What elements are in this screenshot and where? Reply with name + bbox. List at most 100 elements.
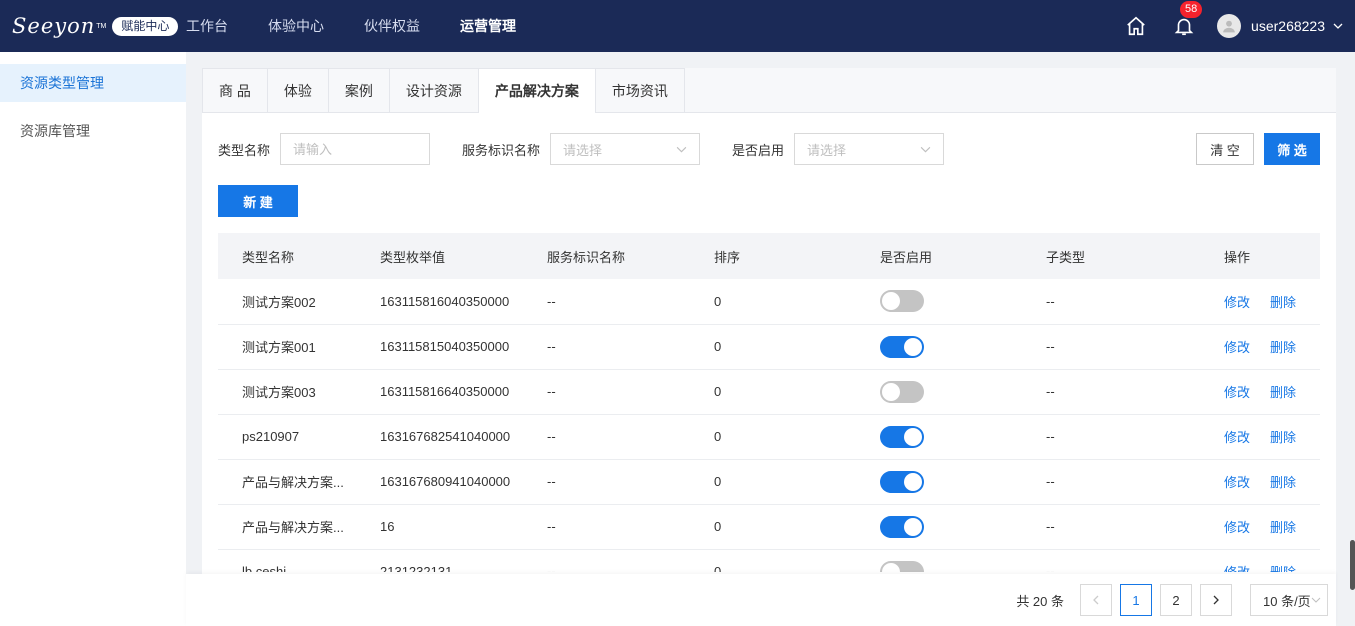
main-nav: 工作台 体验中心 伙伴权益 运营管理 (186, 0, 556, 52)
enabled-select[interactable]: 请选择 (794, 133, 945, 165)
delete-link[interactable]: 删除 (1270, 475, 1296, 490)
column-header: 排序 (714, 249, 741, 265)
type-name-label: 类型名称 (218, 142, 271, 158)
avatar[interactable] (1217, 14, 1242, 38)
notification-badge: 58 (1179, 0, 1204, 19)
order-cell: 0 (690, 369, 856, 415)
enabled-toggle[interactable] (880, 470, 924, 493)
order-cell: 0 (690, 504, 856, 550)
actions-cell: 修改 删除 (1200, 504, 1320, 550)
nav-workbench[interactable]: 工作台 (186, 16, 228, 36)
logo[interactable]: Seeyon TM 赋能中心 (0, 14, 186, 38)
clear-button[interactable]: 清 空 (1196, 133, 1254, 165)
enabled-label: 是否启用 (732, 142, 785, 158)
actions-cell: 修改 删除 (1200, 369, 1320, 415)
edit-link[interactable]: 修改 (1224, 520, 1250, 535)
prev-page-button[interactable] (1080, 584, 1112, 616)
subtype-cell: -- (1022, 504, 1200, 550)
tab-products[interactable]: 商 品 (202, 68, 268, 112)
nav-experience-center[interactable]: 体验中心 (268, 16, 324, 36)
table-header-row: 类型名称 类型枚举值 服务标识名称 排序 是否启用 子类型 操作 (218, 233, 1320, 279)
edit-link[interactable]: 修改 (1224, 475, 1250, 490)
user-icon (1223, 20, 1235, 33)
service-name-select[interactable]: 请选择 (550, 133, 701, 165)
chevron-right-icon (1213, 595, 1219, 605)
nav-operations-management[interactable]: 运营管理 (460, 16, 516, 36)
type-name-input[interactable] (280, 133, 431, 165)
service-name-cell: -- (523, 504, 690, 550)
delete-link[interactable]: 删除 (1270, 385, 1296, 400)
page-size-select[interactable]: 10 条/页 (1250, 584, 1328, 616)
actions-cell: 修改 删除 (1200, 549, 1320, 572)
sidebar-item-resource-library-management[interactable]: 资源库管理 (0, 112, 186, 150)
enabled-toggle[interactable] (880, 335, 924, 358)
enabled-cell (856, 549, 1022, 572)
service-name-label: 服务标识名称 (462, 142, 541, 158)
delete-link[interactable]: 删除 (1270, 295, 1296, 310)
tab-market-news[interactable]: 市场资讯 (595, 68, 685, 112)
notifications[interactable]: 58 (1173, 0, 1204, 37)
enum-value-cell: 163167682541040000 (356, 414, 523, 460)
top-navbar: Seeyon TM 赋能中心 工作台 体验中心 伙伴权益 运营管理 58 use… (0, 0, 1355, 52)
tab-experience[interactable]: 体验 (267, 68, 329, 112)
header-actions: 58 user268223 (1125, 0, 1355, 52)
delete-link[interactable]: 删除 (1270, 340, 1296, 355)
tab-design-resources[interactable]: 设计资源 (389, 68, 479, 112)
enabled-placeholder: 请选择 (807, 142, 847, 158)
order-cell: 0 (690, 549, 856, 572)
chevron-down-icon[interactable] (1333, 21, 1343, 31)
table-body: 测试方案002 163115816040350000 -- 0 -- 修改 删除 测试方案00… (218, 279, 1320, 572)
page-1-button[interactable]: 1 (1120, 584, 1152, 616)
page-2-button[interactable]: 2 (1160, 584, 1192, 616)
service-name-cell: -- (523, 279, 690, 325)
filter-button[interactable]: 筛 选 (1264, 133, 1320, 165)
subtype-cell: -- (1022, 414, 1200, 460)
edit-link[interactable]: 修改 (1224, 565, 1250, 572)
subtype-cell: -- (1022, 324, 1200, 370)
edit-link[interactable]: 修改 (1224, 385, 1250, 400)
enabled-cell (856, 459, 1022, 505)
nav-partner-rights[interactable]: 伙伴权益 (364, 16, 420, 36)
tab-product-solutions[interactable]: 产品解决方案 (478, 68, 596, 113)
enabled-toggle[interactable] (880, 515, 924, 538)
type-name-cell: 产品与解决方案... (218, 504, 356, 550)
type-name-cell: 测试方案003 (218, 369, 356, 415)
username[interactable]: user268223 (1251, 18, 1325, 34)
subtype-cell: -- (1022, 549, 1200, 572)
chevron-down-icon (676, 146, 687, 152)
delete-link[interactable]: 删除 (1270, 565, 1296, 572)
edit-link[interactable]: 修改 (1224, 340, 1250, 355)
enum-value-cell: 16 (356, 504, 523, 550)
subtype-cell: -- (1022, 459, 1200, 505)
enum-value-cell: 2131232131 (356, 549, 523, 572)
enum-value-cell: 163167680941040000 (356, 459, 523, 505)
tab-cases[interactable]: 案例 (328, 68, 390, 112)
type-name-cell: ps210907 (218, 414, 356, 460)
edit-link[interactable]: 修改 (1224, 295, 1250, 310)
enabled-cell (856, 324, 1022, 370)
service-name-cell: -- (523, 324, 690, 370)
delete-link[interactable]: 删除 (1270, 430, 1296, 445)
total-count: 共 20 条 (1016, 593, 1064, 609)
type-name-cell: 测试方案001 (218, 324, 356, 370)
enabled-toggle[interactable] (880, 380, 924, 403)
type-name-cell: lb ceshi (218, 549, 356, 572)
next-page-button[interactable] (1200, 584, 1232, 616)
enabled-toggle[interactable] (880, 290, 924, 313)
scrollbar-thumb[interactable] (1350, 540, 1355, 590)
logo-trademark: TM (96, 22, 107, 30)
pagination: 共 20 条 1 2 10 条/页 (186, 574, 1336, 626)
sidebar-item-resource-type-management[interactable]: 资源类型管理 (0, 64, 186, 102)
new-button[interactable]: 新 建 (218, 185, 298, 217)
page-size-value: 10 条/页 (1263, 593, 1311, 609)
enabled-toggle[interactable] (880, 425, 924, 448)
enum-value-cell: 163115816640350000 (356, 369, 523, 415)
home-icon[interactable] (1125, 15, 1147, 37)
column-header: 服务标识名称 (547, 249, 626, 265)
enabled-toggle[interactable] (880, 560, 924, 572)
type-name-cell: 测试方案002 (218, 279, 356, 325)
delete-link[interactable]: 删除 (1270, 520, 1296, 535)
order-cell: 0 (690, 459, 856, 505)
table-row: ps210907 163167682541040000 -- 0 -- 修改 删除 (218, 414, 1320, 460)
edit-link[interactable]: 修改 (1224, 430, 1250, 445)
